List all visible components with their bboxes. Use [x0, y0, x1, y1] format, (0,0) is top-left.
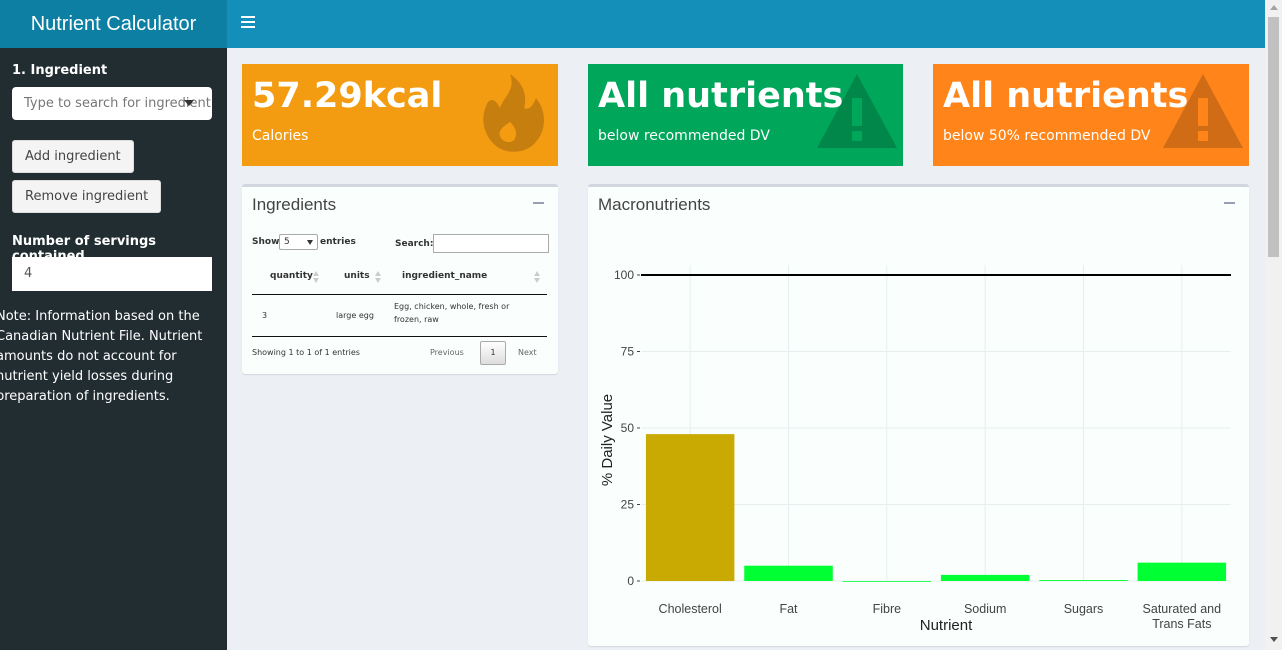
- table-info: Showing 1 to 1 of 1 entries: [252, 348, 360, 357]
- y-tick-label: 100: [614, 268, 634, 282]
- add-ingredient-button[interactable]: Add ingredient: [12, 140, 134, 173]
- ingredient-select-placeholder: Type to search for ingredient: [24, 96, 211, 111]
- page-length-select[interactable]: 5: [279, 234, 318, 250]
- app-logo[interactable]: Nutrient Calculator: [0, 0, 227, 48]
- bar-sodium: [940, 574, 1030, 581]
- hamburger-icon[interactable]: [241, 16, 255, 30]
- bar-cholesterol: [645, 434, 735, 581]
- top-navbar: [227, 0, 1265, 48]
- show-label: Show: [252, 237, 280, 247]
- bar-saturated-and-trans-fats: [1137, 562, 1227, 581]
- x-tick-label: Cholesterol: [659, 602, 722, 616]
- chevron-down-icon: [184, 100, 194, 106]
- remove-ingredient-button[interactable]: Remove ingredient: [12, 180, 162, 213]
- ingredients-panel-title: Ingredients: [252, 195, 337, 214]
- cell-units: large egg: [336, 311, 374, 320]
- scrollbar-thumb[interactable]: [1268, 17, 1279, 257]
- fire-icon: [483, 74, 544, 152]
- search-label: Search:: [395, 239, 434, 249]
- calories-subtitle: Calories: [252, 128, 309, 144]
- scroll-up-icon[interactable]: [1270, 5, 1278, 10]
- dv-value: All nutrients: [598, 76, 844, 116]
- page-length-value: 5: [284, 237, 290, 247]
- y-tick-label: 50: [621, 421, 635, 435]
- vertical-scrollbar[interactable]: [1265, 0, 1282, 650]
- bar-sugars: [1039, 580, 1128, 581]
- ingredient-label: 1. Ingredient: [12, 63, 108, 78]
- x-tick-label: Saturated and Trans Fats: [1143, 602, 1222, 631]
- table-header: quantity units ingredient_name: [252, 264, 547, 295]
- table-row[interactable]: 3 large egg Egg, chicken, whole, fresh o…: [252, 295, 547, 337]
- macronutrients-chart: 0 25 50 75 100 Cholesterol Fat Fibre Sodium Sugar…: [599, 265, 1231, 634]
- half-dv-value-box: All nutrients below 50% recommended DV: [933, 64, 1249, 166]
- sort-icon[interactable]: [313, 271, 320, 285]
- column-header-ingredient-name[interactable]: ingredient_name: [402, 271, 487, 281]
- servings-input[interactable]: 4: [12, 257, 212, 291]
- sidebar: 1. Ingredient Type to search for ingredi…: [0, 48, 227, 650]
- dv-subtitle: below recommended DV: [598, 128, 770, 144]
- dv-value-box: All nutrients below recommended DV: [588, 64, 903, 166]
- macronutrients-panel: Macronutrients 0 25 50 75 100 Cholesterol Fat F…: [588, 184, 1249, 646]
- scroll-down-icon[interactable]: [1270, 637, 1278, 642]
- y-tick-label: 25: [621, 498, 635, 512]
- previous-page-button[interactable]: Previous: [430, 348, 464, 357]
- warning-icon: [1163, 74, 1243, 148]
- x-tick-label: Fibre: [873, 602, 902, 616]
- y-tick-label: 75: [621, 345, 635, 359]
- ingredients-panel: Ingredients Show 5 entries Search: quant…: [242, 184, 558, 374]
- chevron-down-icon: [307, 240, 313, 245]
- warning-icon: [817, 74, 897, 148]
- next-page-button[interactable]: Next: [518, 348, 537, 357]
- ingredient-search-select[interactable]: Type to search for ingredient: [12, 87, 212, 120]
- table-search-input[interactable]: [433, 234, 549, 253]
- page-1-button[interactable]: 1: [480, 341, 506, 365]
- y-axis-title: % Daily Value: [599, 394, 616, 486]
- x-tick-label: Fat: [779, 602, 798, 616]
- cell-quantity: 3: [262, 311, 268, 320]
- bar-fat: [744, 565, 833, 581]
- sort-icon[interactable]: [375, 271, 382, 285]
- x-tick-label: Sodium: [964, 602, 1006, 616]
- sort-icon[interactable]: [534, 271, 541, 285]
- column-header-units[interactable]: units: [344, 271, 370, 281]
- bar-fibre: [842, 581, 932, 582]
- half-dv-subtitle: below 50% recommended DV: [943, 128, 1151, 144]
- entries-label: entries: [320, 237, 356, 247]
- x-axis-title: Nutrient: [920, 617, 973, 634]
- calories-value: 57.29kcal: [252, 76, 443, 116]
- calories-value-box: 57.29kcal Calories: [242, 64, 558, 166]
- x-tick-label: Sugars: [1064, 602, 1104, 616]
- half-dv-value: All nutrients: [943, 76, 1189, 116]
- cell-ingredient-name: Egg, chicken, whole, fresh or frozen, ra…: [394, 302, 510, 324]
- column-header-quantity[interactable]: quantity: [270, 271, 313, 281]
- y-tick-label: 0: [627, 574, 634, 588]
- sidebar-note: Note: Information based on the Canadian …: [0, 309, 203, 404]
- collapse-icon[interactable]: [533, 202, 544, 204]
